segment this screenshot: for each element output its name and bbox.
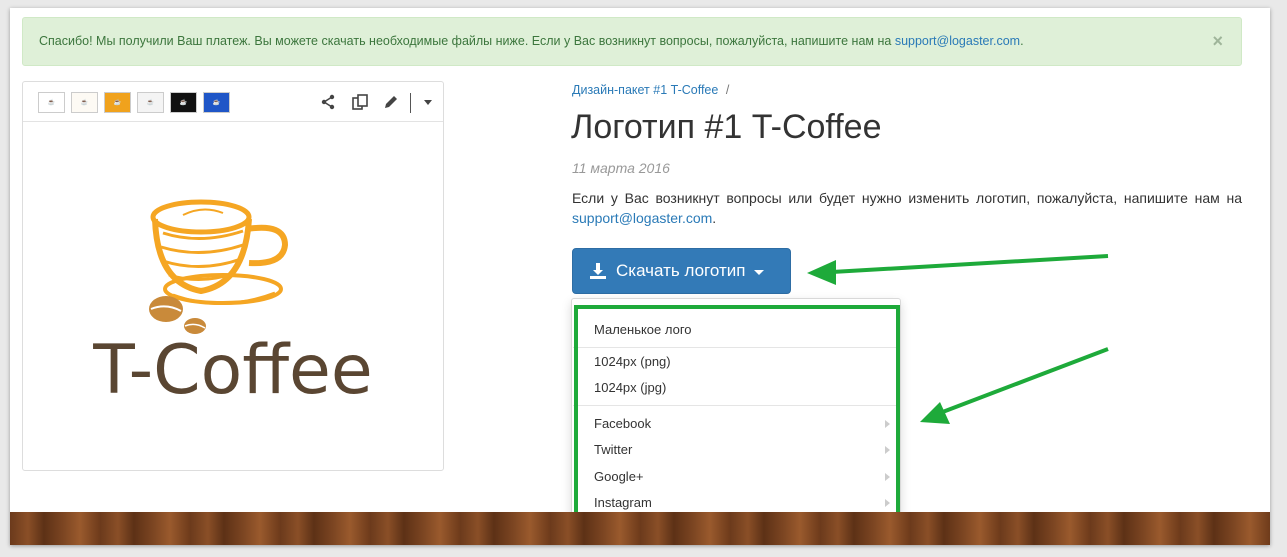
- toolbar-divider: [410, 93, 411, 113]
- page-title: Логотип #1 T-Coffee: [571, 108, 882, 146]
- menu-item-label: Twitter: [594, 442, 633, 457]
- caret-down-icon[interactable]: [418, 92, 438, 112]
- menu-item-label: Google+: [594, 469, 644, 484]
- menu-item-label: 1024px (jpg): [594, 380, 667, 395]
- logo-date: 11 марта 2016: [572, 160, 670, 176]
- menu-item-twitter[interactable]: Twitter: [572, 438, 900, 462]
- page-frame: Спасибо! Мы получили Ваш платеж. Вы може…: [10, 8, 1270, 545]
- arrow-to-menu-icon: [920, 347, 1109, 424]
- preview-toolbar: ☕ ☕ ☕ ☕ ☕ ☕: [23, 82, 443, 122]
- menu-item-label: 1024px (png): [594, 354, 671, 369]
- menu-item-label: Instagram: [594, 495, 652, 510]
- menu-item-label: Маленькое лого: [594, 322, 692, 337]
- menu-item-png[interactable]: 1024px (png): [572, 350, 900, 374]
- caret-down-icon: [754, 269, 765, 275]
- breadcrumb-link[interactable]: Дизайн-пакет #1 T-Coffee: [572, 83, 718, 97]
- logo-thumb-light-icon[interactable]: ☕: [71, 92, 98, 113]
- description-suffix: .: [712, 210, 717, 226]
- download-button-label: Скачать логотип: [616, 261, 746, 280]
- menu-item-jpg[interactable]: 1024px (jpg): [572, 376, 900, 400]
- copy-icon[interactable]: [350, 92, 370, 112]
- wood-background-strip: [10, 512, 1270, 545]
- success-alert: Спасибо! Мы получили Ваш платеж. Вы може…: [22, 17, 1242, 66]
- close-icon[interactable]: ×: [1212, 18, 1223, 65]
- breadcrumb: Дизайн-пакет #1 T-Coffee /: [572, 83, 729, 97]
- download-dropdown-menu: Маленькое лого 1024px (png) 1024px (jpg)…: [571, 298, 901, 545]
- description-text: Если у Вас возникнут вопросы или будет н…: [572, 190, 1242, 206]
- menu-item-googleplus[interactable]: Google+: [572, 465, 900, 489]
- arrow-to-button-icon: [807, 254, 1109, 285]
- description-email-link[interactable]: support@logaster.com: [572, 210, 712, 226]
- logo-thumb-blue-icon[interactable]: ☕: [203, 92, 230, 113]
- pencil-icon[interactable]: [381, 92, 401, 112]
- download-icon: [590, 263, 606, 279]
- description: Если у Вас возникнут вопросы или будет н…: [572, 188, 1242, 228]
- alert-message: Спасибо! Мы получили Ваш платеж. Вы може…: [39, 34, 895, 48]
- menu-item-facebook[interactable]: Facebook: [572, 412, 900, 436]
- menu-item-label: Facebook: [594, 416, 652, 431]
- breadcrumb-separator: /: [725, 83, 730, 97]
- menu-divider: [573, 405, 899, 406]
- logo-preview-panel: ☕ ☕ ☕ ☕ ☕ ☕ T-Coffee: [22, 81, 444, 471]
- download-logo-button[interactable]: Скачать логотип: [572, 248, 791, 294]
- menu-divider: [573, 347, 899, 348]
- logo-thumb-orange-icon[interactable]: ☕: [104, 92, 131, 113]
- alert-suffix: .: [1020, 34, 1024, 48]
- logo-image: T-Coffee: [23, 123, 443, 470]
- chevron-right-icon: [885, 446, 890, 454]
- chevron-right-icon: [885, 473, 890, 481]
- logo-text: T-Coffee: [92, 331, 372, 410]
- logo-thumb-white-icon[interactable]: ☕: [38, 92, 65, 113]
- menu-item-small-logo[interactable]: Маленькое лого: [572, 318, 900, 342]
- chevron-right-icon: [885, 499, 890, 507]
- share-icon[interactable]: [318, 92, 338, 112]
- alert-email-link[interactable]: support@logaster.com: [895, 34, 1020, 48]
- logo-thumb-gray-icon[interactable]: ☕: [137, 92, 164, 113]
- chevron-right-icon: [885, 420, 890, 428]
- coffee-cup-icon: [150, 199, 289, 306]
- logo-thumb-black-icon[interactable]: ☕: [170, 92, 197, 113]
